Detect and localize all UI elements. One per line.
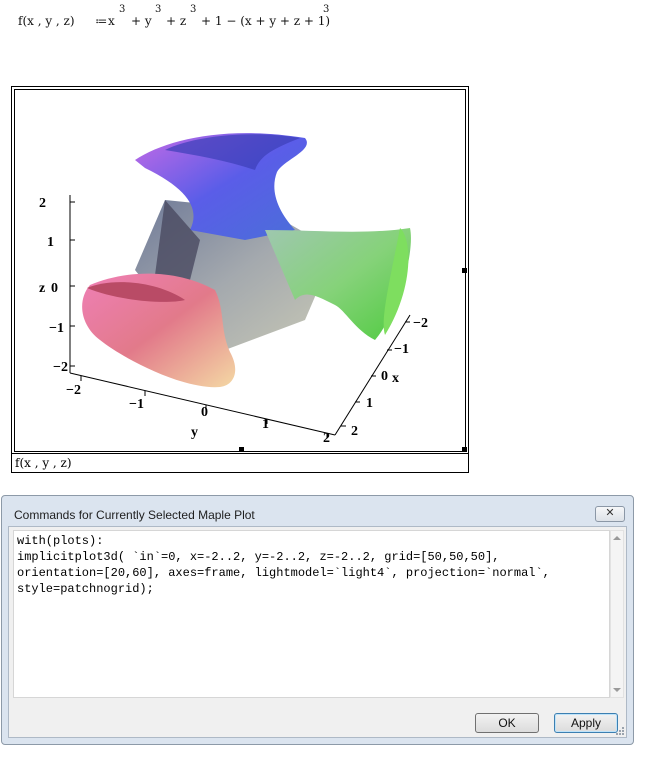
resize-handle[interactable]	[239, 447, 244, 452]
equation-exponent: 3	[190, 4, 197, 15]
y-tick-label: 1	[262, 417, 269, 432]
x-tick-label: −2	[413, 316, 428, 331]
z-axis-label: z	[39, 281, 45, 296]
equation-term: x	[108, 14, 115, 28]
plot-caption: f(x , y , z)	[12, 453, 468, 472]
surface-plot: 2 1 z 0 −1 −2 −2 −1 0 y 1 2 −2 −1 0 x 1 …	[39, 133, 428, 446]
resize-grip-icon[interactable]	[615, 726, 625, 736]
resize-handle[interactable]	[462, 268, 467, 273]
plot-canvas[interactable]: 2 1 z 0 −1 −2 −2 −1 0 y 1 2 −2 −1 0 x 1 …	[14, 89, 466, 452]
z-tick-label: −2	[53, 360, 68, 375]
z-tick-label: 2	[39, 196, 46, 211]
equation-exponent: 3	[323, 4, 330, 15]
y-tick-label: 2	[323, 431, 330, 446]
close-icon: ✕	[605, 507, 615, 519]
vertical-scrollbar[interactable]	[610, 530, 624, 698]
equation-exponent: 3	[119, 4, 126, 15]
code-line: with(plots):	[17, 534, 104, 548]
equation-term: + z	[166, 14, 187, 28]
apply-button[interactable]: Apply	[554, 713, 618, 733]
y-tick-label: −2	[66, 383, 81, 398]
scroll-down-icon[interactable]	[613, 688, 621, 692]
y-tick-label: −1	[129, 397, 144, 412]
equation-assign: ≔	[95, 14, 108, 28]
z-tick-label: −1	[49, 321, 64, 336]
command-text-area[interactable]: with(plots): implicitplot3d( `in`=0, x=-2…	[13, 530, 610, 698]
code-line: implicitplot3d( `in`=0, x=-2..2, y=-2..2…	[17, 550, 500, 564]
equation-term: + y	[131, 14, 152, 28]
y-axis-label: y	[191, 425, 198, 440]
z-tick-label: 0	[51, 281, 58, 296]
equation-exponent: 3	[155, 4, 162, 15]
x-tick-label: 2	[351, 424, 358, 439]
equation-term: + 1 − (x + y + z + 1)	[201, 14, 331, 28]
dialog-title: Commands for Currently Selected Maple Pl…	[14, 508, 255, 522]
equation-lhs: f(x , y , z)	[18, 14, 75, 28]
x-axis-label: x	[392, 371, 399, 386]
resize-handle[interactable]	[462, 447, 467, 452]
dialog-body: with(plots): implicitplot3d( `in`=0, x=-2…	[8, 526, 627, 738]
x-tick-label: −1	[394, 342, 409, 357]
code-line: style=patchnogrid);	[17, 582, 154, 596]
y-tick-label: 0	[201, 405, 208, 420]
plot-commands-dialog: Commands for Currently Selected Maple Pl…	[1, 495, 634, 745]
z-tick-label: 1	[47, 235, 54, 250]
x-tick-label: 1	[366, 396, 373, 411]
ok-button[interactable]: OK	[475, 713, 539, 733]
close-button[interactable]: ✕	[595, 506, 625, 522]
scroll-up-icon[interactable]	[613, 536, 621, 540]
plot-region[interactable]: 2 1 z 0 −1 −2 −2 −1 0 y 1 2 −2 −1 0 x 1 …	[11, 86, 469, 473]
x-tick-label: 0	[381, 369, 388, 384]
code-line: orientation=[20,60], axes=frame, lightmo…	[17, 566, 550, 580]
